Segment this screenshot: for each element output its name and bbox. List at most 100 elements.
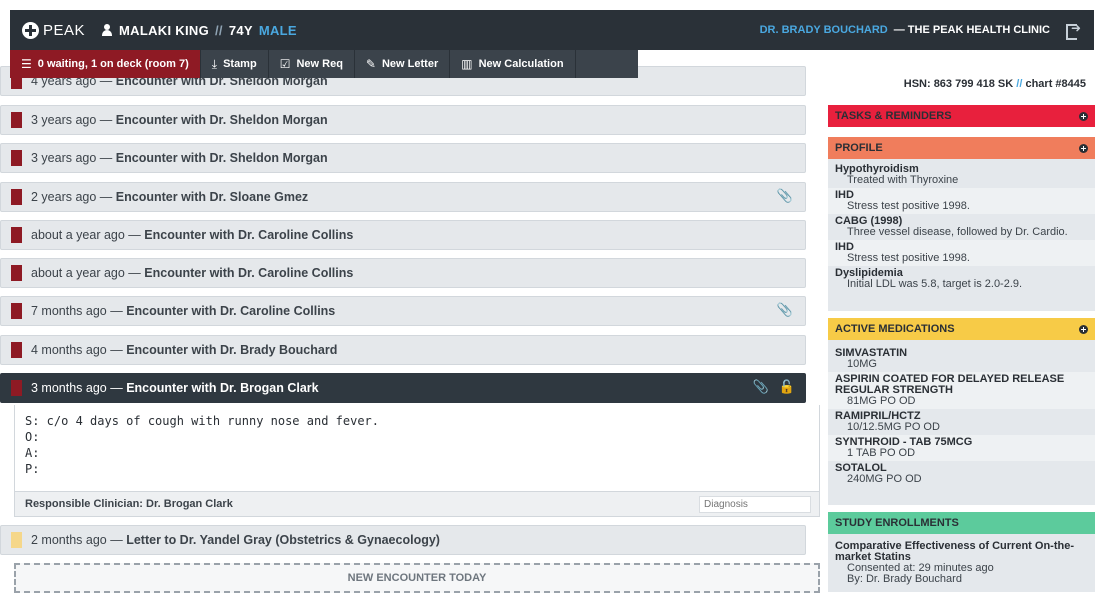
chart-icon: ▥ xyxy=(461,57,473,71)
medication-item[interactable]: RAMIPRIL/HCTZ 10/12.5MG PO OD xyxy=(828,409,1095,435)
encounter-row[interactable]: 2 years ago — Encounter with Dr. Sloane … xyxy=(0,182,806,212)
new-letter-label: New Letter xyxy=(381,58,439,70)
encounter-row[interactable]: 4 months ago — Encounter with Dr. Brady … xyxy=(0,335,806,365)
new-calculation-button[interactable]: ▥ New Calculation xyxy=(450,50,576,78)
app-name: PEAK xyxy=(43,21,86,39)
profile-item[interactable]: Dyslipidemia Initial LDL was 5.8, target … xyxy=(828,266,1095,292)
profile-item[interactable]: IHD Stress test positive 1998. xyxy=(828,240,1095,266)
patient-banner[interactable]: MALAKI KING // 74Y MALE xyxy=(101,23,297,38)
stamp-label: Stamp xyxy=(223,58,257,70)
person-icon xyxy=(101,24,113,36)
encounter-title: Encounter with Dr. Caroline Collins xyxy=(144,228,354,242)
medication-item[interactable]: ASPIRIN COATED FOR DELAYED RELEASE REGUL… xyxy=(828,372,1095,409)
encounter-title: Encounter with Dr. Sheldon Morgan xyxy=(115,151,328,165)
encounter-row-active[interactable]: 3 months ago — Encounter with Dr. Brogan… xyxy=(0,373,806,403)
profile-item-detail: Stress test positive 1998. xyxy=(847,252,970,264)
encounter-flag xyxy=(11,112,22,128)
profile-item[interactable]: IHD Stress test positive 1998. xyxy=(828,188,1095,214)
edit-icon: ✎ xyxy=(365,57,376,71)
encounter-time: 4 months ago — xyxy=(31,343,123,357)
profile-title: PROFILE xyxy=(835,142,883,154)
new-req-button[interactable]: ☑ New Req xyxy=(269,50,355,78)
paperclip-icon[interactable]: 📎 xyxy=(777,303,793,318)
new-letter-button[interactable]: ✎ New Letter xyxy=(355,50,451,78)
tasks-header[interactable]: TASKS & REMINDERS xyxy=(828,105,1095,127)
encounter-flag xyxy=(11,380,22,396)
diagnosis-input[interactable] xyxy=(699,496,811,513)
encounter-title: Encounter with Dr. Sloane Gmez xyxy=(115,190,309,204)
medication-dose: 240MG PO OD xyxy=(847,473,922,485)
letter-row[interactable]: 2 months ago — Letter to Dr. Yandel Gray… xyxy=(0,525,806,555)
patient-sex: MALE xyxy=(258,22,297,38)
encounter-title: Encounter with Dr. Caroline Collins xyxy=(144,266,354,280)
add-icon[interactable] xyxy=(1079,143,1088,153)
profile-header[interactable]: PROFILE xyxy=(828,137,1095,159)
waiting-label: 0 waiting, 1 on deck (room 7) xyxy=(37,58,189,70)
medication-item[interactable]: SOTALOL 240MG PO OD xyxy=(828,461,1095,487)
new-calculation-label: New Calculation xyxy=(478,58,564,70)
encounter-time: about a year ago — xyxy=(31,266,141,280)
app-logo[interactable]: PEAK xyxy=(22,21,86,39)
profile-item-detail: Initial LDL was 5.8, target is 2.0-2.9. xyxy=(847,278,1023,290)
medication-dose: 10MG xyxy=(847,358,877,370)
encounter-flag xyxy=(11,189,22,205)
encounter-row[interactable]: 3 years ago — Encounter with Dr. Sheldon… xyxy=(0,105,806,135)
clinic-name: — THE PEAK HEALTH CLINIC xyxy=(893,24,1050,36)
medication-item[interactable]: SIMVASTATIN 10MG xyxy=(828,346,1095,372)
encounter-time: about a year ago — xyxy=(31,228,141,242)
profile-item[interactable]: Hypothyroidism Treated with Thyroxine xyxy=(828,162,1095,188)
medication-dose: 81MG PO OD xyxy=(847,395,916,407)
medications-list: SIMVASTATIN 10MG ASPIRIN COATED FOR DELAY… xyxy=(828,340,1095,505)
encounter-row[interactable]: about a year ago — Encounter with Dr. Ca… xyxy=(0,258,806,288)
add-icon[interactable] xyxy=(1079,111,1088,121)
encounter-time: 2 years ago — xyxy=(31,190,113,204)
encounter-title: Encounter with Dr. Sheldon Morgan xyxy=(115,113,328,127)
encounter-time: 3 years ago — xyxy=(31,151,113,165)
encounter-time: 3 months ago — xyxy=(31,381,123,395)
encounter-title: Letter to Dr. Yandel Gray (Obstetrics & … xyxy=(126,533,440,547)
paperclip-icon[interactable]: 📎 xyxy=(777,189,793,204)
profile-item-detail: Stress test positive 1998. xyxy=(847,200,970,212)
encounter-time: 7 months ago — xyxy=(31,304,123,318)
add-icon[interactable] xyxy=(1079,324,1088,334)
new-req-label: New Req xyxy=(296,58,343,70)
waiting-room-button[interactable]: ☰ 0 waiting, 1 on deck (room 7) xyxy=(10,50,201,78)
patient-identifiers: HSN: 863 799 418 SK // chart #8445 xyxy=(828,78,1086,90)
encounter-row[interactable]: 3 years ago — Encounter with Dr. Sheldon… xyxy=(0,143,806,173)
stamp-button[interactable]: ⤓ Stamp xyxy=(201,50,269,78)
logout-icon[interactable] xyxy=(1066,21,1082,40)
soap-note[interactable]: S: c/o 4 days of cough with runny nose a… xyxy=(14,405,820,491)
study-enrollments-header[interactable]: STUDY ENROLLMENTS xyxy=(828,512,1095,534)
tasks-title: TASKS & REMINDERS xyxy=(835,110,952,122)
profile-item[interactable]: CABG (1998) Three vessel disease, followe… xyxy=(828,214,1095,240)
download-icon: ⤓ xyxy=(211,56,218,71)
study-item[interactable]: Comparative Effectiveness of Current On-… xyxy=(828,539,1095,587)
new-encounter-button[interactable]: NEW ENCOUNTER TODAY xyxy=(14,563,820,593)
medication-item[interactable]: SYNTHROID - TAB 75MCG 1 TAB PO OD xyxy=(828,435,1095,461)
encounter-row[interactable]: about a year ago — Encounter with Dr. Ca… xyxy=(0,220,806,250)
paperclip-icon[interactable]: 📎 xyxy=(753,380,769,395)
encounter-flag xyxy=(11,265,22,281)
encounter-title: Encounter with Dr. Caroline Collins xyxy=(126,304,336,318)
clinic-info: DR. BRADY BOUCHARD — THE PEAK HEALTH CLI… xyxy=(760,21,1082,40)
medications-header[interactable]: ACTIVE MEDICATIONS xyxy=(828,318,1095,340)
responsible-clinician: Responsible Clinician: Dr. Brogan Clark xyxy=(25,498,233,510)
doctor-name[interactable]: DR. BRADY BOUCHARD xyxy=(760,24,888,36)
medications-title: ACTIVE MEDICATIONS xyxy=(835,323,955,335)
profile-list: Hypothyroidism Treated with Thyroxine IHD… xyxy=(828,159,1095,311)
study-enrollments-list: Comparative Effectiveness of Current On-… xyxy=(828,534,1095,592)
action-toolbar: ☰ 0 waiting, 1 on deck (room 7) ⤓ Stamp … xyxy=(10,50,638,78)
study-consented-by: By: Dr. Brady Bouchard xyxy=(847,573,962,585)
profile-item-detail: Three vessel disease, followed by Dr. Ca… xyxy=(847,226,1068,238)
unlock-icon[interactable]: 🔓 xyxy=(779,380,795,395)
letter-flag xyxy=(11,532,22,548)
encounter-flag xyxy=(11,150,22,166)
hsn-number: HSN: 863 799 418 SK xyxy=(903,78,1014,90)
encounter-flag xyxy=(11,227,22,243)
encounter-row[interactable]: 7 months ago — Encounter with Dr. Caroli… xyxy=(0,296,806,326)
study-name: Comparative Effectiveness of Current On-… xyxy=(835,540,1074,563)
encounter-time: 2 months ago — xyxy=(31,533,123,547)
chart-number: chart #8445 xyxy=(1025,78,1086,90)
separator: // xyxy=(1016,78,1023,90)
medication-name: ASPIRIN COATED FOR DELAYED RELEASE REGUL… xyxy=(835,373,1065,396)
